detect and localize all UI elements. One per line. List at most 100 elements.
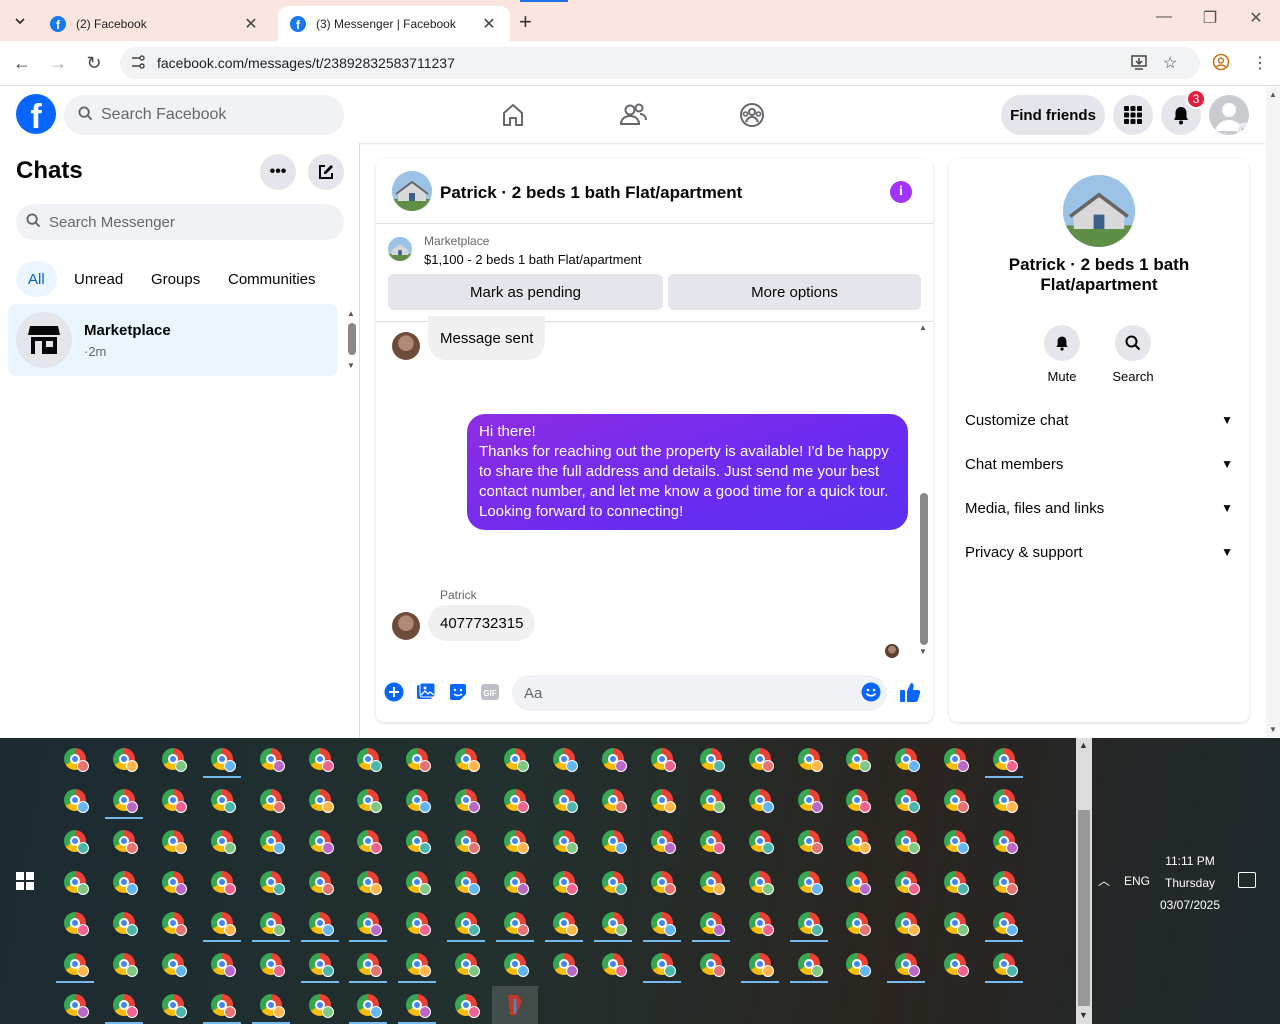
chrome-window-taskbar-icon[interactable] bbox=[639, 904, 685, 942]
chrome-window-taskbar-icon[interactable] bbox=[443, 822, 489, 860]
chrome-window-taskbar-icon[interactable] bbox=[883, 822, 929, 860]
windows-start-icon[interactable] bbox=[16, 872, 34, 890]
chrome-window-taskbar-icon[interactable] bbox=[883, 740, 929, 778]
close-tab-icon[interactable]: ✕ bbox=[480, 14, 498, 34]
language-indicator[interactable]: ENG bbox=[1124, 874, 1150, 888]
listing-profile-photo[interactable] bbox=[1063, 175, 1135, 247]
find-friends-button[interactable]: Find friends bbox=[1001, 95, 1105, 135]
chrome-window-taskbar-icon[interactable] bbox=[541, 904, 587, 942]
chrome-window-taskbar-icon[interactable] bbox=[199, 822, 245, 860]
chrome-window-taskbar-icon[interactable] bbox=[248, 986, 294, 1024]
patrick-avatar[interactable] bbox=[392, 612, 420, 640]
mute-action[interactable]: Mute bbox=[1030, 325, 1094, 384]
chrome-window-taskbar-icon[interactable] bbox=[834, 945, 880, 983]
chrome-window-taskbar-icon[interactable] bbox=[786, 904, 832, 942]
browser-menu-icon[interactable]: ⋮ bbox=[1252, 53, 1268, 73]
chrome-window-taskbar-icon[interactable] bbox=[199, 986, 245, 1024]
gif-icon[interactable]: GIF bbox=[479, 681, 501, 703]
chrome-window-taskbar-icon[interactable] bbox=[52, 740, 98, 778]
chrome-window-taskbar-icon[interactable] bbox=[394, 945, 440, 983]
plus-icon[interactable] bbox=[383, 681, 405, 703]
filter-unread[interactable]: Unread bbox=[62, 261, 135, 297]
chrome-window-taskbar-icon[interactable] bbox=[199, 781, 245, 819]
chrome-window-taskbar-icon[interactable] bbox=[345, 781, 391, 819]
chrome-window-taskbar-icon[interactable] bbox=[883, 904, 929, 942]
browser-tab-messenger[interactable]: f (3) Messenger | Facebook ✕ bbox=[278, 6, 510, 41]
account-avatar[interactable]: ▾ bbox=[1209, 95, 1249, 135]
chrome-window-taskbar-icon[interactable] bbox=[737, 740, 783, 778]
install-app-icon[interactable] bbox=[1130, 53, 1148, 76]
chrome-window-taskbar-icon[interactable] bbox=[883, 781, 929, 819]
chrome-window-taskbar-icon[interactable] bbox=[492, 822, 538, 860]
chrome-window-taskbar-icon[interactable] bbox=[443, 781, 489, 819]
chrome-window-taskbar-icon[interactable] bbox=[297, 781, 343, 819]
chrome-window-taskbar-icon[interactable] bbox=[834, 740, 880, 778]
chrome-window-taskbar-icon[interactable] bbox=[199, 904, 245, 942]
scrollbar-thumb[interactable] bbox=[920, 493, 928, 645]
chrome-window-taskbar-icon[interactable] bbox=[297, 822, 343, 860]
chrome-window-taskbar-icon[interactable] bbox=[639, 863, 685, 901]
profile-icon[interactable] bbox=[1212, 53, 1230, 76]
chrome-window-taskbar-icon[interactable] bbox=[590, 904, 636, 942]
chrome-window-taskbar-icon[interactable] bbox=[345, 986, 391, 1024]
chrome-window-taskbar-icon[interactable] bbox=[101, 740, 147, 778]
home-icon[interactable] bbox=[497, 99, 529, 131]
chrome-window-taskbar-icon[interactable] bbox=[932, 822, 978, 860]
chrome-window-taskbar-icon[interactable] bbox=[101, 986, 147, 1024]
chrome-window-taskbar-icon[interactable] bbox=[541, 945, 587, 983]
chrome-window-taskbar-icon[interactable] bbox=[248, 945, 294, 983]
bell-icon[interactable] bbox=[1044, 325, 1080, 361]
chrome-window-taskbar-icon[interactable] bbox=[834, 904, 880, 942]
scroll-down-arrow-icon[interactable]: ▼ bbox=[347, 361, 355, 370]
chrome-window-taskbar-icon[interactable] bbox=[639, 740, 685, 778]
tab-search-button[interactable] bbox=[8, 9, 32, 33]
messenger-search[interactable] bbox=[16, 204, 344, 240]
chrome-window-taskbar-icon[interactable] bbox=[52, 904, 98, 942]
chrome-window-taskbar-icon[interactable] bbox=[492, 740, 538, 778]
filter-all[interactable]: All bbox=[16, 261, 57, 297]
chrome-window-taskbar-icon[interactable] bbox=[345, 740, 391, 778]
groups-icon[interactable] bbox=[736, 99, 768, 131]
taskbar-scrollbar[interactable]: ▲ ▼ bbox=[1076, 738, 1092, 1024]
chat-members-section[interactable]: Chat members ▼ bbox=[965, 446, 1233, 482]
close-tab-icon[interactable]: ✕ bbox=[242, 14, 260, 34]
bookmark-star-icon[interactable]: ☆ bbox=[1163, 53, 1177, 73]
chrome-window-taskbar-icon[interactable] bbox=[590, 863, 636, 901]
scroll-up-arrow-icon[interactable]: ▲ bbox=[347, 309, 355, 318]
chrome-window-taskbar-icon[interactable] bbox=[52, 863, 98, 901]
chrome-window-taskbar-icon[interactable] bbox=[150, 986, 196, 1024]
more-options-button[interactable]: More options bbox=[668, 274, 921, 310]
show-hidden-icons-icon[interactable]: ︿ bbox=[1098, 872, 1110, 889]
chrome-window-taskbar-icon[interactable] bbox=[834, 822, 880, 860]
chrome-window-taskbar-icon[interactable] bbox=[737, 904, 783, 942]
chrome-window-taskbar-icon[interactable] bbox=[199, 945, 245, 983]
chrome-window-taskbar-icon[interactable] bbox=[297, 863, 343, 901]
chrome-window-taskbar-icon[interactable] bbox=[443, 945, 489, 983]
chrome-window-taskbar-icon[interactable] bbox=[248, 904, 294, 942]
chrome-window-taskbar-icon[interactable] bbox=[297, 740, 343, 778]
chrome-window-taskbar-icon[interactable] bbox=[883, 945, 929, 983]
menu-grid-button[interactable] bbox=[1113, 95, 1153, 135]
message-input[interactable] bbox=[512, 675, 887, 711]
chrome-window-taskbar-icon[interactable] bbox=[492, 945, 538, 983]
chrome-window-taskbar-icon[interactable] bbox=[981, 904, 1027, 942]
minimize-button[interactable]: — bbox=[1154, 8, 1174, 26]
chrome-window-taskbar-icon[interactable] bbox=[443, 986, 489, 1024]
chrome-window-taskbar-icon[interactable] bbox=[786, 781, 832, 819]
scroll-up-arrow-icon[interactable]: ▲ bbox=[1269, 90, 1277, 99]
chrome-window-taskbar-icon[interactable] bbox=[639, 781, 685, 819]
chrome-window-taskbar-icon[interactable] bbox=[248, 781, 294, 819]
close-window-button[interactable]: ✕ bbox=[1246, 8, 1266, 28]
chrome-window-taskbar-icon[interactable] bbox=[248, 822, 294, 860]
chrome-window-taskbar-icon[interactable] bbox=[688, 863, 734, 901]
chrome-window-taskbar-icon[interactable] bbox=[541, 740, 587, 778]
chrome-window-taskbar-icon[interactable] bbox=[981, 781, 1027, 819]
chrome-window-taskbar-icon[interactable] bbox=[394, 863, 440, 901]
chrome-window-taskbar-icon[interactable] bbox=[52, 781, 98, 819]
scroll-down-arrow-icon[interactable]: ▼ bbox=[1269, 725, 1277, 734]
chrome-window-taskbar-icon[interactable] bbox=[199, 740, 245, 778]
chrome-window-taskbar-icon[interactable] bbox=[101, 822, 147, 860]
facebook-search[interactable] bbox=[64, 95, 344, 135]
active-app-taskbar-icon[interactable] bbox=[492, 986, 539, 1024]
chrome-window-taskbar-icon[interactable] bbox=[443, 904, 489, 942]
